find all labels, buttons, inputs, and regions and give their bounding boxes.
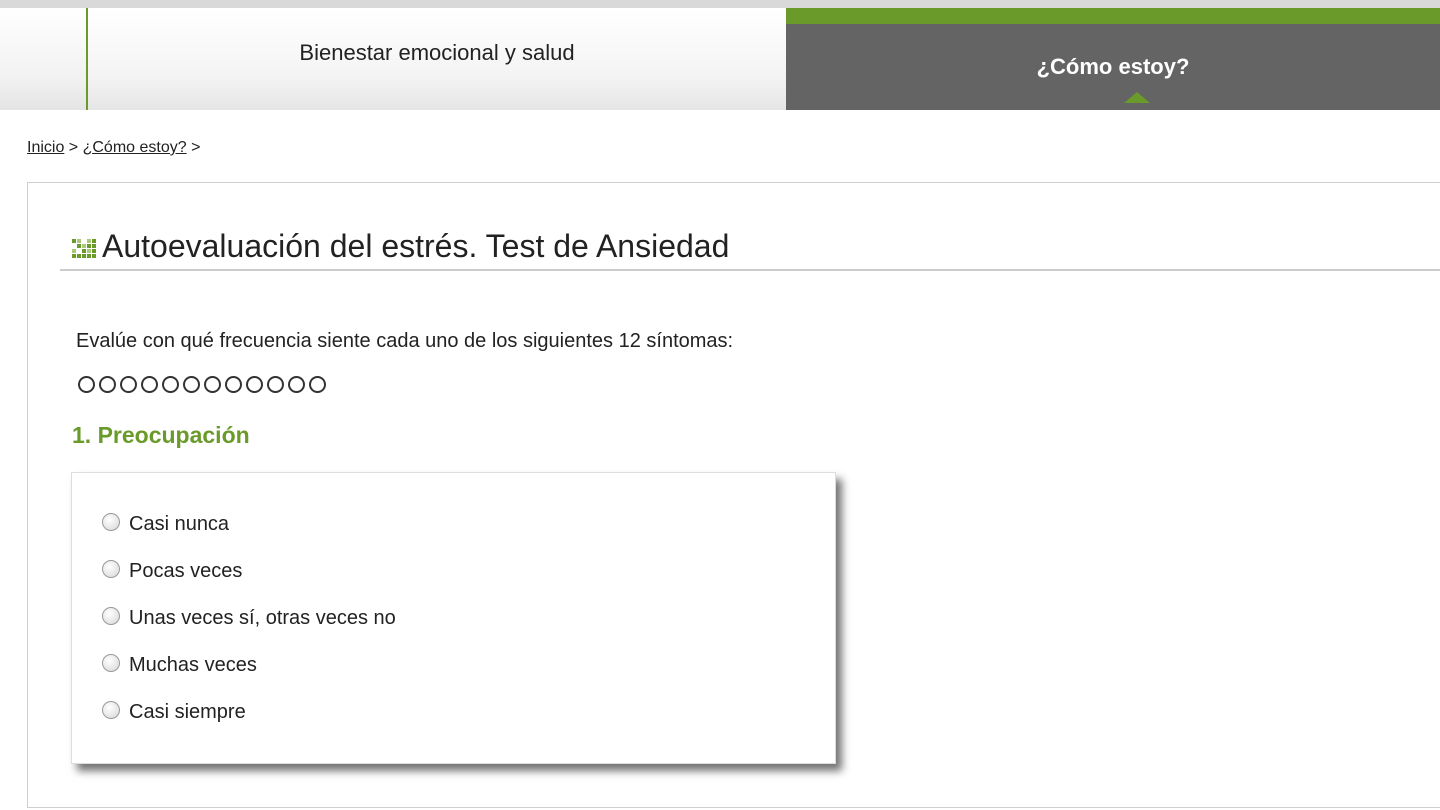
breadcrumb: Inicio > ¿Cómo estoy? > — [27, 139, 200, 157]
answer-option[interactable]: Casi nunca — [102, 512, 230, 536]
progress-step-dot — [225, 376, 242, 393]
answer-option-label: Casi nunca — [129, 513, 230, 535]
answer-option[interactable]: Casi siempre — [102, 700, 246, 724]
breadcrumb-separator: > — [186, 139, 201, 156]
progress-step-dot — [78, 376, 95, 393]
radio-button[interactable] — [102, 512, 120, 531]
radio-button[interactable] — [102, 653, 120, 672]
progress-step-dot — [141, 376, 158, 393]
active-tab-pointer-icon — [1124, 92, 1150, 103]
answer-option-label: Casi siempre — [129, 701, 246, 723]
progress-step-dot — [288, 376, 305, 393]
radio-button[interactable] — [102, 559, 120, 578]
tab-bienestar-emocional[interactable]: Bienestar emocional y salud — [88, 8, 786, 110]
progress-step-dot — [246, 376, 263, 393]
answer-option[interactable]: Unas veces sí, otras veces no — [102, 606, 396, 630]
progress-step-dot — [162, 376, 179, 393]
answer-options-panel: Casi nunca Pocas veces Unas veces sí, otra… — [71, 472, 836, 764]
nav-left-stub — [0, 8, 88, 110]
progress-step-dot — [267, 376, 284, 393]
tab-como-estoy-label: ¿Cómo estoy? — [1036, 54, 1190, 79]
progress-step-dot — [120, 376, 137, 393]
radio-button[interactable] — [102, 606, 120, 625]
answer-option[interactable]: Pocas veces — [102, 559, 243, 583]
progress-step-dot — [183, 376, 200, 393]
breadcrumb-separator: > — [64, 139, 83, 156]
title-row: Autoevaluación del estrés. Test de Ansie… — [70, 228, 729, 265]
answer-option-label: Pocas veces — [129, 560, 243, 582]
breadcrumb-current-link[interactable]: ¿Cómo estoy? — [83, 139, 187, 156]
question-title: 1. Preocupación — [72, 422, 250, 448]
answer-option[interactable]: Muchas veces — [102, 653, 257, 677]
top-navigation: Bienestar emocional y salud ¿Cómo estoy? — [0, 8, 1440, 112]
progress-step-dot — [99, 376, 116, 393]
pixel-stairs-icon — [72, 238, 96, 258]
progress-step-dot — [309, 376, 326, 393]
radio-button[interactable] — [102, 700, 120, 719]
intro-text: Evalúe con qué frecuencia siente cada un… — [76, 330, 734, 352]
title-divider — [60, 269, 1440, 271]
breadcrumb-home-link[interactable]: Inicio — [27, 139, 64, 156]
tab-bienestar-emocional-label: Bienestar emocional y salud — [299, 40, 575, 65]
page-title: Autoevaluación del estrés. Test de Ansie… — [102, 228, 730, 264]
answer-option-label: Unas veces sí, otras veces no — [129, 607, 396, 629]
answer-option-label: Muchas veces — [129, 654, 257, 676]
progress-indicator — [78, 376, 330, 393]
top-strip — [0, 0, 1440, 8]
progress-step-dot — [204, 376, 221, 393]
tab-como-estoy[interactable]: ¿Cómo estoy? — [786, 8, 1440, 110]
